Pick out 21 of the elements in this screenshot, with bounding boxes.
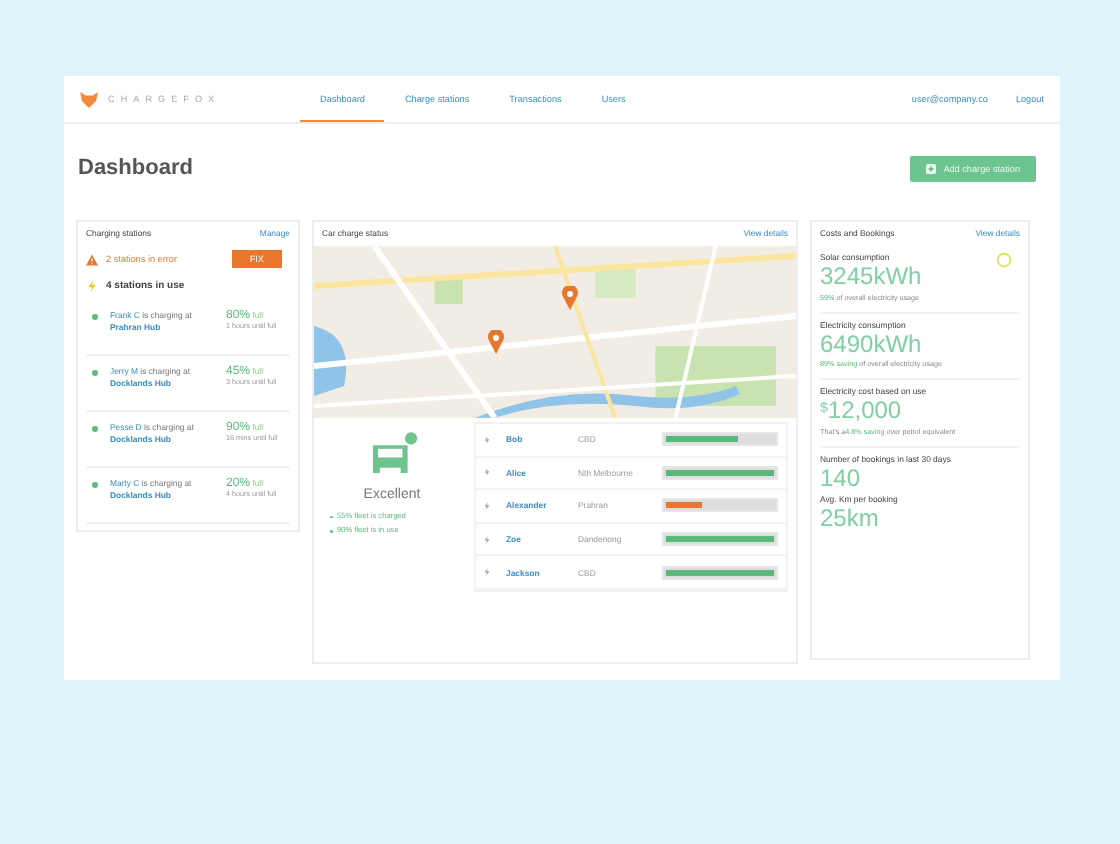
plus-icon <box>925 163 936 173</box>
page-title: Dashboard <box>78 156 193 180</box>
warning-icon <box>86 253 98 265</box>
bolt-icon <box>484 501 490 510</box>
status-dot-icon <box>92 314 98 320</box>
bolt-icon <box>484 468 490 477</box>
metric-value: 3245kWh <box>820 262 924 294</box>
metric-value: $^{$}$12,000 <box>820 396 904 428</box>
status-dot-icon <box>92 370 98 376</box>
bolt-icon <box>484 535 490 544</box>
metric-value: 140 <box>820 463 862 495</box>
bolt-icon <box>484 568 490 577</box>
metric-value: 6490kWh <box>820 329 924 360</box>
fox-logo-icon <box>80 91 98 107</box>
metric-value: 25km <box>820 504 881 536</box>
status-dot-icon <box>92 426 98 432</box>
bolt-icon <box>88 280 96 292</box>
map-pin-icon[interactable] <box>488 330 504 354</box>
bolt-icon <box>484 435 490 444</box>
map-pin-icon[interactable] <box>562 286 578 310</box>
status-dot-icon <box>92 482 98 488</box>
